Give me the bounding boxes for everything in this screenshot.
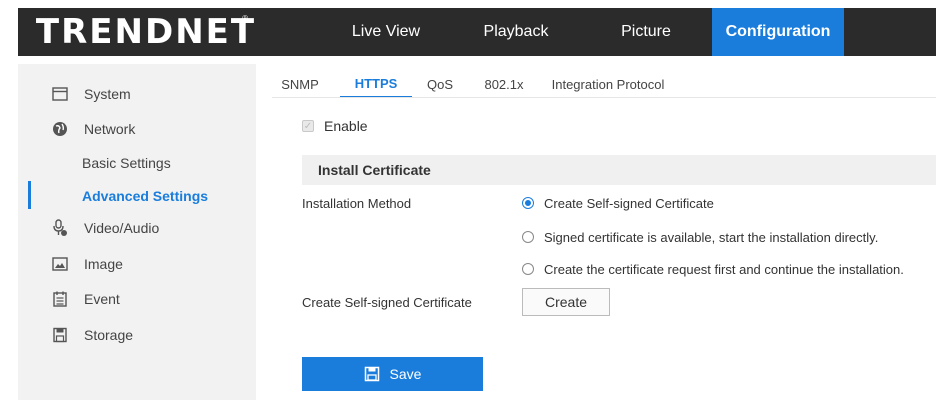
image-icon <box>52 256 68 272</box>
storage-icon <box>52 327 68 343</box>
create-button[interactable]: Create <box>522 288 610 316</box>
sidebar-item-image[interactable]: Image <box>18 248 256 280</box>
calendar-icon <box>52 291 68 307</box>
save-button[interactable]: Save <box>302 357 483 391</box>
radio-label: Signed certificate is available, start t… <box>544 229 879 245</box>
radio-label: Create the certificate request first and… <box>544 261 904 277</box>
sidebar-item-label: Storage <box>84 327 134 343</box>
install-certificate-section-header: Install Certificate <box>302 155 936 185</box>
sidebar-item-label: Event <box>84 291 120 307</box>
video-audio-icon <box>52 219 68 236</box>
sidebar-item-network[interactable]: Network <box>18 113 256 145</box>
tab-integration-protocol[interactable]: Integration Protocol <box>546 70 670 98</box>
save-label: Save <box>389 366 422 382</box>
logo-registered-mark: ® <box>242 14 248 23</box>
section-title: Install Certificate <box>318 162 431 178</box>
sidebar-item-label: Image <box>84 256 123 272</box>
nav-tab-configuration[interactable]: Configuration <box>712 8 844 56</box>
sidebar-item-label: Video/Audio <box>84 220 160 236</box>
radio-label: Create Self-signed Certificate <box>544 195 714 211</box>
radio-option-certificate-request[interactable]: Create the certificate request first and… <box>522 259 904 279</box>
sidebar-item-advanced-settings[interactable]: Advanced Settings <box>18 180 256 212</box>
sidebar-item-label: Network <box>84 121 136 137</box>
sidebar-item-label: Basic Settings <box>82 155 171 171</box>
sidebar-item-label: System <box>84 86 131 102</box>
logo-text: TRENDNET <box>35 12 257 52</box>
tab-qos[interactable]: QoS <box>420 70 460 98</box>
globe-icon <box>52 121 68 137</box>
sidebar-item-system[interactable]: System <box>18 78 256 110</box>
radio-option-signed-available[interactable]: Signed certificate is available, start t… <box>522 227 878 247</box>
radio-button[interactable] <box>522 231 534 243</box>
subtabs: SNMP HTTPS QoS 802.1x Integration Protoc… <box>272 70 936 98</box>
trendnet-logo: TRENDNET ® <box>36 8 256 56</box>
sidebar-item-video-audio[interactable]: Video/Audio <box>18 212 256 244</box>
sidebar-item-event[interactable]: Event <box>18 283 256 315</box>
radio-button[interactable] <box>522 263 534 275</box>
sidebar-item-label: Advanced Settings <box>82 188 209 204</box>
monitor-icon <box>52 86 68 102</box>
enable-label: Enable <box>324 118 368 134</box>
nav-tab-picture[interactable]: Picture <box>590 8 702 56</box>
installation-method-label: Installation Method <box>302 196 412 211</box>
top-header: TRENDNET ® Live View Playback Picture Co… <box>18 8 936 56</box>
sidebar-active-indicator <box>28 181 31 209</box>
tab-8021x[interactable]: 802.1x <box>476 70 532 98</box>
tab-https[interactable]: HTTPS <box>340 70 412 98</box>
sidebar-item-basic-settings[interactable]: Basic Settings <box>18 147 256 179</box>
radio-option-self-signed[interactable]: Create Self-signed Certificate <box>522 193 714 213</box>
radio-button-checked[interactable] <box>522 197 534 209</box>
nav-tab-live-view[interactable]: Live View <box>330 8 442 56</box>
subtabs-divider <box>272 97 936 98</box>
enable-checkbox[interactable]: ✓ <box>302 120 314 132</box>
sidebar: System Network Basic Settings Advanced S… <box>18 64 256 400</box>
enable-row: ✓ Enable <box>302 116 368 136</box>
create-self-signed-label: Create Self-signed Certificate <box>302 295 472 310</box>
tab-snmp[interactable]: SNMP <box>272 70 328 98</box>
save-icon <box>364 366 380 382</box>
nav-tab-playback[interactable]: Playback <box>460 8 572 56</box>
sidebar-item-storage[interactable]: Storage <box>18 319 256 351</box>
